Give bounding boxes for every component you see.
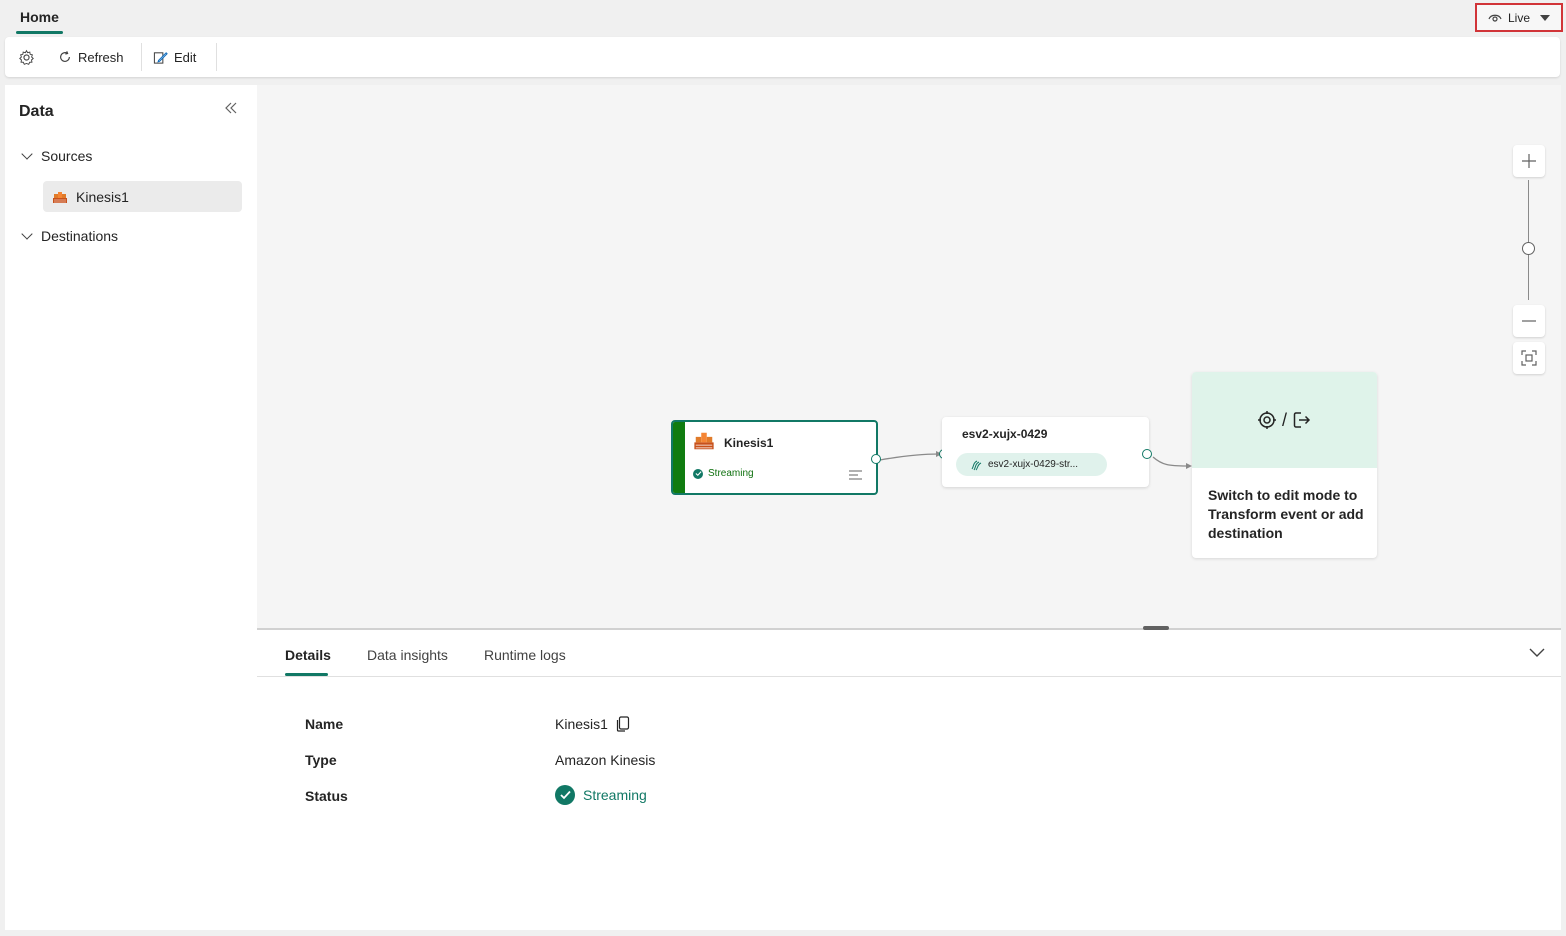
placeholder-icons: / (1192, 372, 1377, 468)
refresh-icon (60, 51, 70, 62)
type-label: Type (305, 752, 337, 768)
edit-icon (153, 51, 168, 64)
kinesis-icon (694, 432, 714, 450)
source-item-label: Kinesis1 (76, 188, 129, 205)
edit-button[interactable]: Edit (153, 37, 196, 77)
stream-pill-label: esv2-xujx-0429-str... (988, 459, 1079, 470)
double-chevron-left-icon (225, 102, 237, 114)
tab-home-indicator (16, 31, 63, 34)
toolbar-divider (216, 43, 217, 71)
chevron-down-icon (21, 228, 33, 240)
tab-details[interactable]: Details (285, 647, 331, 663)
source-node-status-label: Streaming (708, 468, 754, 479)
eventstream-icon (971, 460, 982, 470)
refresh-button[interactable]: Refresh (58, 37, 124, 77)
status-value: Streaming (583, 787, 647, 803)
stream-output-port[interactable] (1142, 449, 1152, 459)
refresh-label: Refresh (78, 49, 124, 65)
source-node-accent-bar (673, 422, 685, 493)
gear-icon (19, 49, 34, 65)
destinations-group-toggle[interactable]: Destinations (19, 228, 118, 244)
transform-icon (1257, 411, 1276, 429)
name-label: Name (305, 716, 344, 732)
sources-label: Sources (41, 148, 93, 164)
flow-canvas[interactable]: Kinesis1 Streaming esv2-xujx-0429 esv2-x… (257, 85, 1561, 628)
stream-pill[interactable]: esv2-xujx-0429-str... (956, 453, 1107, 476)
tab-bar: Home Live (0, 0, 1566, 36)
status-value-row: Streaming (555, 785, 647, 805)
tabs-divider (257, 676, 1561, 677)
sources-group-toggle[interactable]: Sources (19, 148, 92, 164)
placeholder-text: Switch to edit mode to Transform event o… (1208, 487, 1364, 541)
name-value-row: Kinesis1 (555, 716, 630, 732)
destinations-label: Destinations (41, 228, 119, 244)
data-panel: Data Sources Kinesis1 Destinations (5, 85, 258, 930)
details-menu-icon[interactable] (849, 470, 862, 480)
chevron-down-icon (1540, 14, 1550, 21)
tab-home[interactable]: Home (20, 9, 59, 25)
chevron-down-icon (21, 148, 33, 160)
sign-out-icon (1293, 412, 1311, 428)
settings-button[interactable] (18, 37, 35, 77)
source-node-kinesis1[interactable]: Kinesis1 Streaming (671, 420, 878, 495)
tab-data-insights[interactable]: Data insights (367, 647, 448, 663)
details-panel: Details Data insights Runtime logs Name … (257, 630, 1561, 930)
check-circle-icon (555, 785, 575, 805)
source-item-kinesis1[interactable]: Kinesis1 (43, 181, 242, 212)
add-destination-placeholder[interactable]: / Switch to edit mode to Transform event… (1192, 372, 1377, 558)
chevron-down-icon[interactable] (1529, 648, 1545, 658)
copy-icon[interactable] (616, 716, 630, 732)
stream-node-title: esv2-xujx-0429 (962, 427, 1048, 441)
check-circle-icon (693, 468, 703, 479)
source-node-title: Kinesis1 (724, 436, 774, 450)
live-mode-label: Live (1507, 10, 1530, 25)
name-value: Kinesis1 (555, 716, 608, 732)
toolbar-divider (141, 43, 142, 71)
toolbar: Refresh Edit (5, 37, 1560, 77)
stream-node[interactable]: esv2-xujx-0429 esv2-xujx-0429-str... (942, 417, 1149, 487)
eye-icon (1488, 14, 1502, 22)
source-node-status: Streaming (693, 468, 754, 479)
icons-separator: / (1281, 409, 1287, 430)
kinesis-icon (53, 191, 67, 203)
tab-runtime-logs[interactable]: Runtime logs (484, 647, 566, 663)
edit-label: Edit (174, 49, 197, 65)
live-mode-dropdown[interactable]: Live (1475, 3, 1563, 32)
type-value: Amazon Kinesis (555, 752, 656, 768)
collapse-panel-button[interactable] (224, 101, 238, 120)
source-output-port[interactable] (871, 454, 881, 464)
panel-title: Data (19, 103, 54, 120)
status-label: Status (305, 788, 348, 804)
